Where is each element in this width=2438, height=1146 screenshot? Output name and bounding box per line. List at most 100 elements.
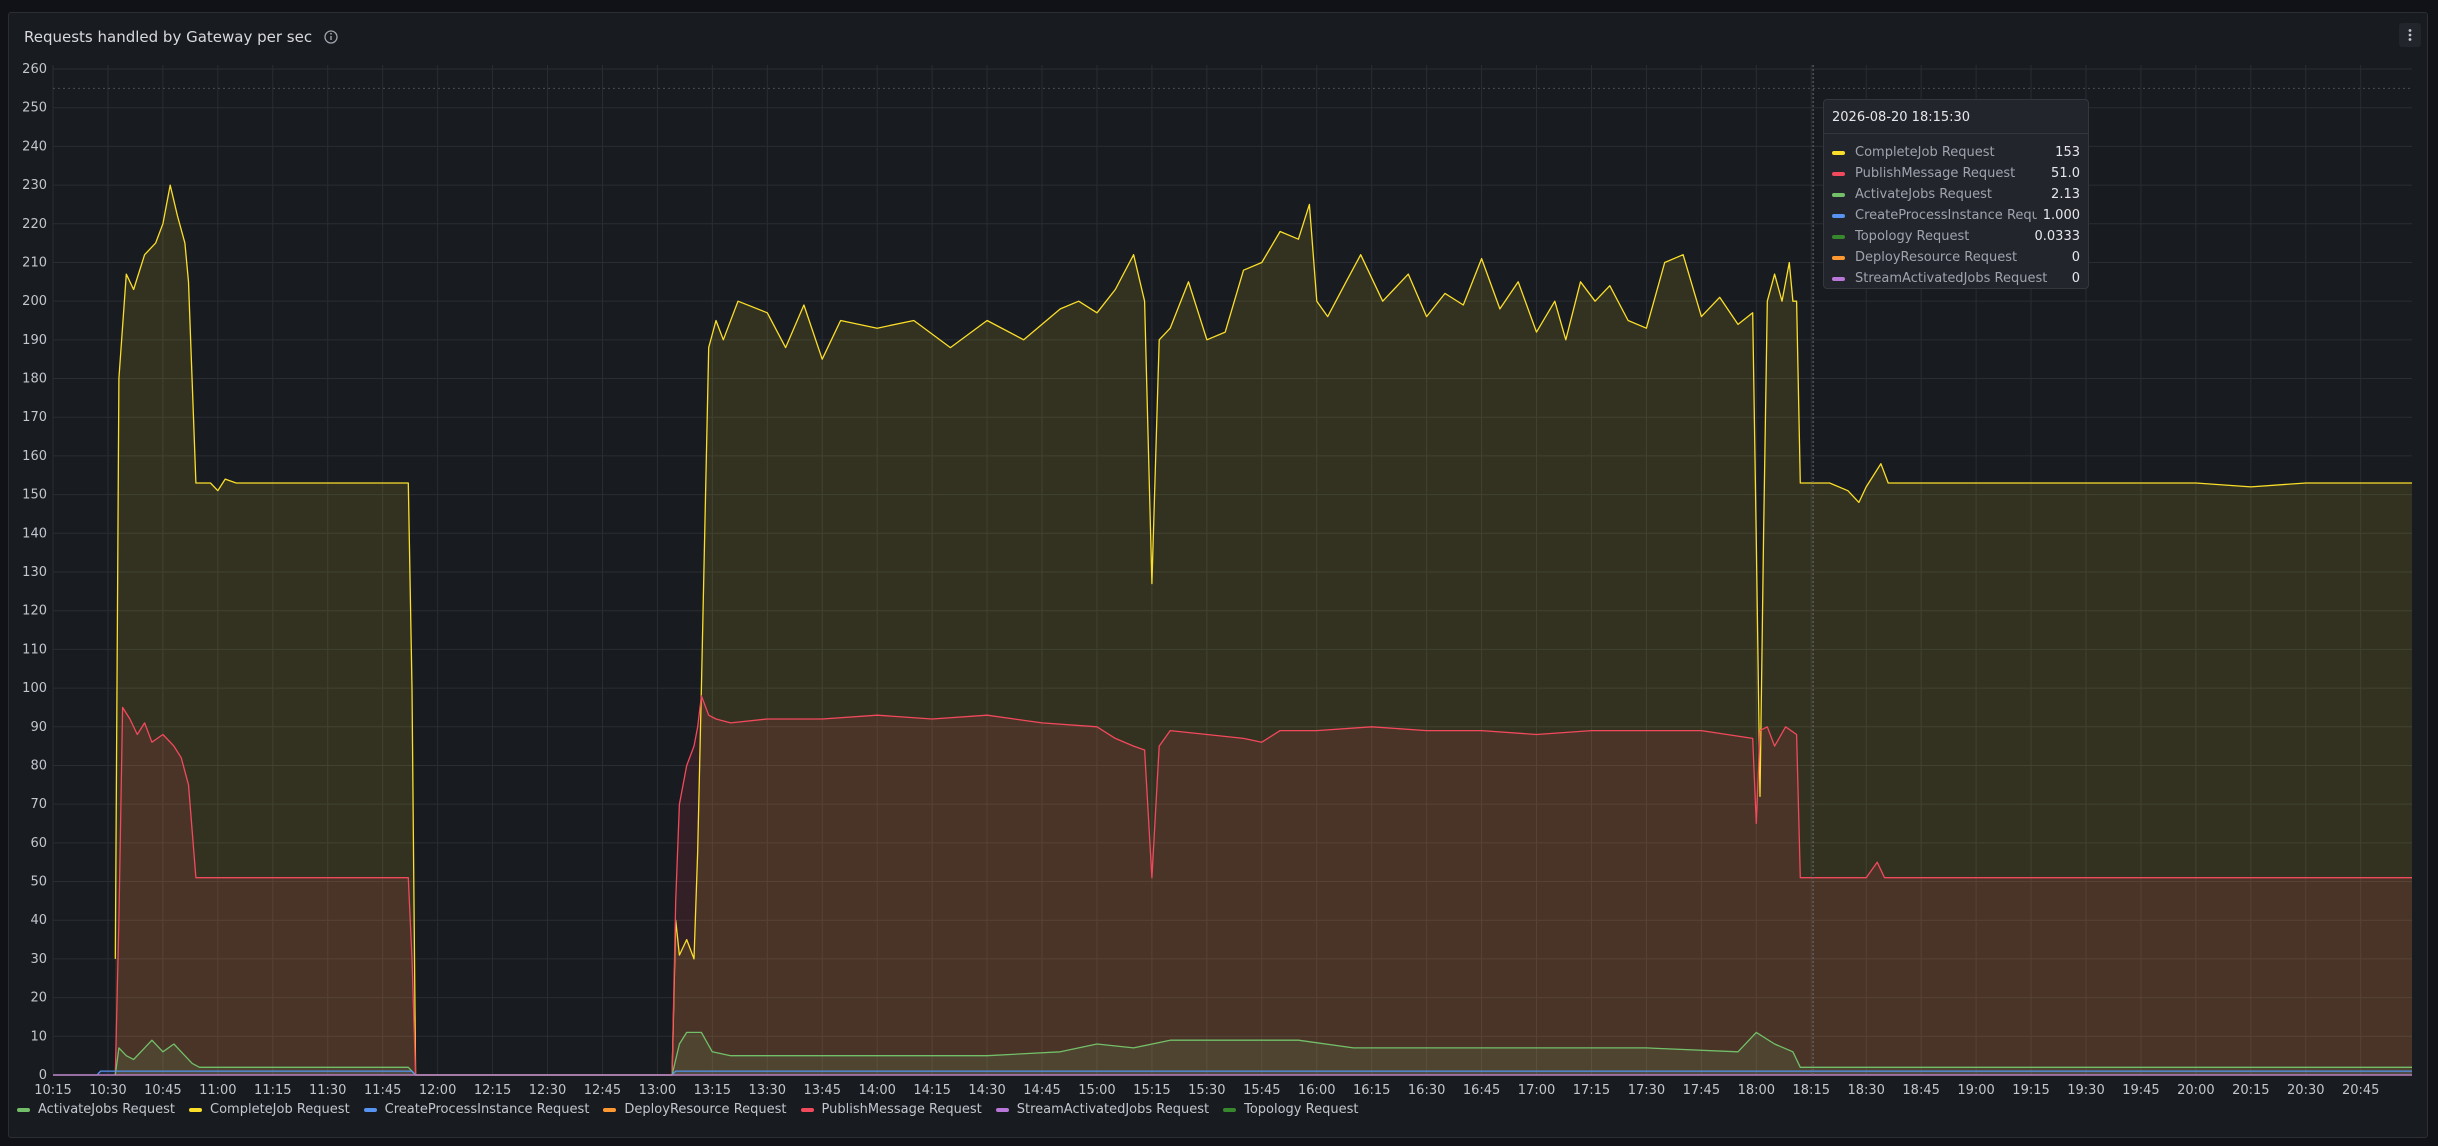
legend-item[interactable]: Topology Request: [1223, 1102, 1358, 1117]
y-tick-label: 220: [22, 217, 47, 232]
legend-item[interactable]: DeployResource Request: [603, 1102, 787, 1117]
x-tick-label: 12:30: [529, 1083, 566, 1098]
hover-tooltip: 2026-08-20 18:15:30 CompleteJob Request 1…: [1823, 99, 2089, 289]
y-tick-label: 100: [22, 681, 47, 696]
legend-color-swatch: [189, 1107, 203, 1112]
x-tick-label: 15:00: [1078, 1083, 1115, 1098]
legend-item[interactable]: StreamActivatedJobs Request: [995, 1102, 1210, 1117]
x-tick-label: 16:15: [1353, 1083, 1390, 1098]
tooltip-rows: CompleteJob Request 153 PublishMessage Req…: [1824, 134, 2088, 289]
tooltip-series-value: 2.13: [2051, 187, 2080, 202]
x-tick-label: 10:15: [34, 1083, 71, 1098]
x-tick-label: 19:30: [2067, 1083, 2104, 1098]
legend-color-swatch: [17, 1107, 30, 1112]
tooltip-series-label: Topology Request: [1855, 229, 1970, 244]
x-tick-label: 10:45: [144, 1083, 181, 1098]
y-tick-label: 80: [30, 758, 47, 773]
tooltip-series-value: 1.000: [2042, 208, 2080, 223]
y-tick-label: 260: [22, 62, 47, 77]
legend-label: DeployResource Request: [624, 1102, 787, 1117]
x-tick-label: 12:00: [419, 1083, 456, 1098]
tooltip-row: ActivateJobs Request 2.13: [1824, 184, 2088, 205]
tooltip-time: 2026-08-20 18:15:30: [1824, 100, 2088, 134]
x-tick-label: 18:00: [1738, 1083, 1775, 1098]
y-tick-label: 160: [22, 449, 47, 464]
x-tick-label: 18:30: [1847, 1083, 1884, 1098]
legend-item[interactable]: PublishMessage Request: [800, 1102, 982, 1117]
series-color-swatch: [1832, 234, 1845, 239]
tooltip-series-value: 153: [2055, 145, 2080, 160]
x-tick-label: 16:45: [1463, 1083, 1500, 1098]
legend-item[interactable]: ActivateJobs Request: [17, 1102, 175, 1117]
y-tick-label: 110: [22, 642, 47, 657]
x-tick-label: 12:45: [584, 1083, 621, 1098]
legend-color-swatch: [800, 1107, 814, 1112]
x-tick-label: 11:15: [254, 1083, 291, 1098]
x-tick-label: 20:45: [2342, 1083, 2379, 1098]
tooltip-series-value: 0: [2071, 271, 2080, 286]
x-tick-label: 14:15: [913, 1083, 950, 1098]
series-color-swatch: [1832, 171, 1845, 176]
x-tick-label: 11:00: [199, 1083, 236, 1098]
y-tick-label: 70: [30, 797, 47, 812]
y-tick-label: 140: [22, 526, 47, 541]
y-tick-label: 10: [30, 1029, 47, 1044]
legend-label: ActivateJobs Request: [38, 1102, 176, 1117]
tooltip-series-value: 0: [2071, 250, 2080, 265]
tooltip-row: CreateProcessInstance Request 1.000: [1824, 205, 2088, 226]
tooltip-series-label: CompleteJob Request: [1855, 145, 1995, 160]
x-tick-label: 20:00: [2177, 1083, 2214, 1098]
legend-item[interactable]: CompleteJob Request: [189, 1102, 350, 1117]
tooltip-series-label: ActivateJobs Request: [1855, 187, 1993, 202]
legend-label: Topology Request: [1244, 1102, 1359, 1117]
y-tick-label: 230: [22, 178, 47, 193]
y-tick-label: 170: [22, 410, 47, 425]
tooltip-series-label: CreateProcessInstance Request: [1855, 208, 2037, 223]
x-tick-label: 19:15: [2012, 1083, 2049, 1098]
x-axis-labels: 10:15 10:30 10:45 11:00 11:15 11:30 11:45 12:00…: [34, 1083, 2379, 1098]
x-tick-label: 18:15: [1793, 1083, 1830, 1098]
tooltip-series-value: 51.0: [2051, 166, 2080, 181]
x-tick-label: 17:45: [1683, 1083, 1720, 1098]
x-tick-label: 11:45: [364, 1083, 401, 1098]
x-tick-label: 15:15: [1133, 1083, 1170, 1098]
x-tick-label: 11:30: [309, 1083, 346, 1098]
y-tick-label: 210: [22, 255, 47, 270]
x-tick-label: 16:30: [1408, 1083, 1445, 1098]
y-tick-label: 20: [30, 991, 47, 1006]
tooltip-row: DeployResource Request 0: [1824, 247, 2088, 268]
legend-color-swatch: [363, 1107, 377, 1112]
series-areas: [53, 185, 2412, 1076]
series-color-swatch: [1832, 150, 1845, 155]
x-tick-label: 13:30: [749, 1083, 786, 1098]
tooltip-series-label: StreamActivatedJobs Request: [1855, 271, 2048, 286]
tooltip-row: StreamActivatedJobs Request 0: [1824, 268, 2088, 289]
series-color-swatch: [1832, 192, 1845, 197]
legend-item[interactable]: CreateProcessInstance Request: [363, 1102, 589, 1117]
y-tick-label: 240: [22, 139, 47, 154]
y-tick-label: 150: [22, 488, 47, 503]
x-tick-label: 10:30: [89, 1083, 126, 1098]
tooltip-series-label: PublishMessage Request: [1855, 166, 2016, 181]
legend-label: StreamActivatedJobs Request: [1016, 1102, 1210, 1117]
chart-legend: ActivateJobs Request CompleteJob Request C…: [17, 1102, 1358, 1117]
series-color-swatch: [1832, 213, 1845, 218]
y-tick-label: 90: [30, 720, 47, 735]
x-tick-label: 19:00: [1957, 1083, 1994, 1098]
x-tick-label: 14:00: [858, 1083, 895, 1098]
y-tick-label: 130: [22, 565, 47, 580]
x-tick-label: 17:15: [1573, 1083, 1610, 1098]
x-tick-label: 15:30: [1188, 1083, 1225, 1098]
x-tick-label: 14:30: [968, 1083, 1005, 1098]
series-color-swatch: [1832, 276, 1845, 281]
x-tick-label: 13:00: [639, 1083, 676, 1098]
x-tick-label: 20:30: [2287, 1083, 2324, 1098]
x-tick-label: 13:45: [804, 1083, 841, 1098]
x-tick-label: 15:45: [1243, 1083, 1280, 1098]
y-tick-label: 50: [30, 875, 47, 890]
tooltip-series-value: 0.0333: [2034, 229, 2081, 244]
y-tick-label: 200: [22, 294, 47, 309]
legend-label: CompleteJob Request: [210, 1102, 350, 1117]
x-tick-label: 19:45: [2122, 1083, 2159, 1098]
y-tick-label: 40: [30, 913, 47, 928]
